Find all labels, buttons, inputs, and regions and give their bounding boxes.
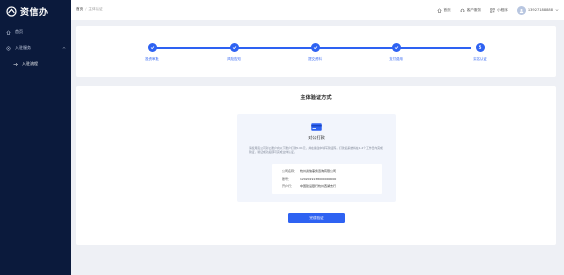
step-1-done [147, 43, 157, 52]
steps-card: 投资审批 风险告知 提交资料 支付费用 5 实名认证 [76, 26, 556, 77]
qrcode-icon [490, 7, 495, 13]
account-info: 公司名称： 杭州资信事务咨询有限公司 账号： 1202019138000000000… [272, 164, 382, 194]
home-icon [5, 29, 12, 36]
check-icon [394, 46, 398, 50]
sidebar: 资信办 首页 入驻服务 入驻流程 [0, 0, 71, 275]
logo-icon [6, 5, 17, 17]
step-label: 提交资料 [308, 57, 322, 61]
sidebar-item-home[interactable]: 首页 [0, 27, 71, 37]
step-label: 支付费用 [389, 57, 403, 61]
service-icon [5, 45, 12, 52]
step-label: 投资审批 [145, 57, 159, 61]
sidebar-item-label: 入驻流程 [22, 61, 38, 66]
avatar [516, 5, 526, 15]
check-icon [150, 46, 154, 50]
mini-program-link[interactable]: 小程序 [490, 8, 508, 13]
check-icon [313, 46, 317, 50]
chevron-up-icon [62, 46, 66, 49]
bank-card-icon [311, 123, 322, 131]
step-3-done [310, 43, 320, 52]
breadcrumb-current: 主体认证 [88, 7, 103, 11]
sidebar-item-flow[interactable]: 入驻流程 [0, 59, 71, 69]
home-icon [436, 7, 442, 13]
app-logo[interactable]: 资信办 [6, 4, 49, 18]
info-row-company: 公司名称： 杭州资信事务咨询有限公司 [282, 169, 337, 173]
top-actions: 首页 客户服务 小程序 13927188888 [436, 3, 560, 17]
payment-instructions: 请使用贵公司对公账户向以下账户打款0.01元，并在备注中填写验证码，打款后系统将… [249, 146, 383, 154]
step-4-done [391, 43, 401, 52]
sidebar-item-service[interactable]: 入驻服务 [0, 43, 71, 53]
step-5-current: 5 [475, 43, 485, 52]
user-name: 13927188888 [527, 8, 553, 12]
sidebar-item-label: 入驻服务 [15, 45, 31, 50]
step-number: 5 [478, 45, 482, 50]
check-icon [232, 46, 236, 50]
page-title: 主体验证方式 [300, 95, 332, 101]
top-home-link[interactable]: 首页 [436, 7, 451, 13]
info-row-bank: 开户行： 中国建设银行杭州西湖支行 [282, 184, 337, 188]
headset-icon [460, 8, 464, 12]
info-row-account: 账号： 1202019138000000000 [282, 176, 337, 181]
complete-verification-button[interactable]: 完成验证 [288, 213, 345, 223]
breadcrumb-home[interactable]: 首页 [76, 7, 83, 11]
customer-service-link[interactable]: 客户服务 [460, 8, 481, 13]
sidebar-item-label: 首页 [15, 29, 23, 34]
step-label: 实名认证 [473, 57, 487, 61]
verification-card: 主体验证方式 对公打款 请使用贵公司对公账户向以下账户打款0.01元，并在备注中… [76, 86, 556, 245]
topbar: 首页 / 主体认证 首页 客户服务 小程序 13927188888 [71, 0, 564, 20]
app-name: 资信办 [20, 7, 49, 18]
breadcrumb: 首页 / 主体认证 [76, 7, 103, 11]
payment-method-title: 对公打款 [308, 135, 325, 140]
chevron-down-icon [555, 9, 559, 12]
public-transfer-option[interactable]: 对公打款 请使用贵公司对公账户向以下账户打款0.01元，并在备注中填写验证码，打… [237, 114, 396, 202]
step-label: 风险告知 [227, 57, 241, 61]
step-2-done [229, 43, 239, 52]
user-menu[interactable]: 13927188888 [516, 5, 559, 15]
flow-icon [12, 61, 19, 68]
